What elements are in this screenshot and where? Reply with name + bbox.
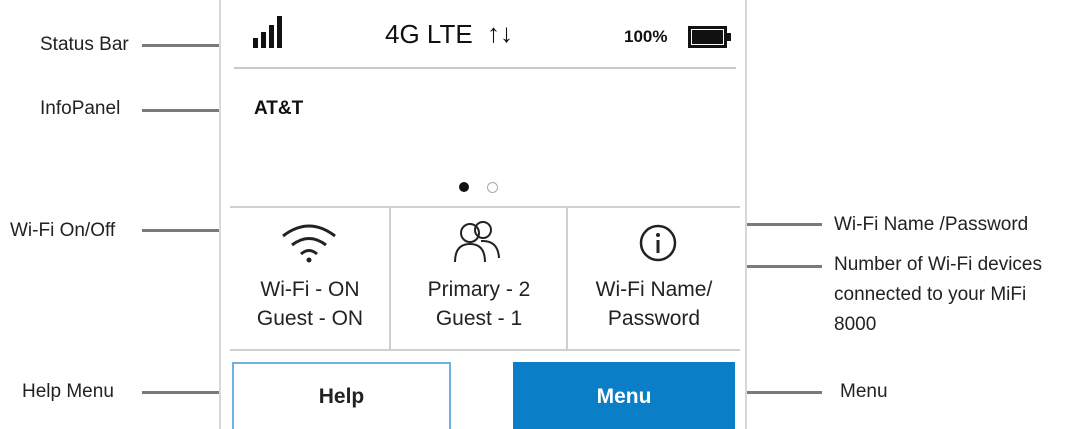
page-dot-inactive[interactable] (487, 182, 498, 193)
callout-wifi-on-off: Wi-Fi On/Off (10, 220, 116, 241)
tile-connected-devices[interactable]: Primary - 2 Guest - 1 (391, 208, 566, 349)
tile-wifi-name-password[interactable]: Wi-Fi Name/ Password (568, 208, 740, 349)
callout-line-help-menu (142, 391, 224, 394)
wifi-icon (279, 222, 339, 269)
callout-info-panel: InfoPanel (40, 98, 121, 119)
tile-name-line1: Wi-Fi Name/ (595, 278, 713, 301)
callout-status-bar: Status Bar (40, 34, 129, 55)
up-down-arrows-icon: ↑↓ (487, 18, 513, 48)
page-indicator[interactable] (459, 182, 498, 193)
info-icon (638, 223, 678, 268)
page-dot-active[interactable] (459, 182, 469, 192)
tile-wifi-on-off[interactable]: Wi-Fi - ON Guest - ON (231, 208, 389, 349)
status-bar-separator (234, 67, 736, 69)
tile-devices-line2: Guest - 1 (435, 307, 523, 330)
callout-menu: Menu (840, 381, 888, 402)
battery-percent: 100% (624, 27, 668, 46)
callout-devices-line2: connected to your MiFi (834, 284, 1027, 305)
device-screen: 4G LTE ↑↓ 100% AT&T Wi-Fi - ON Guest - O… (219, 0, 747, 429)
tile-name-line2: Password (607, 307, 701, 330)
tile-wifi-line2: Guest - ON (256, 307, 364, 330)
users-icon (453, 220, 501, 269)
signal-bars-icon (253, 14, 287, 55)
tile-devices-line1: Primary - 2 (427, 278, 531, 301)
callout-line-menu (746, 391, 822, 394)
callout-line-status-bar (142, 44, 224, 47)
callout-devices-line3: 8000 (834, 314, 877, 335)
callout-wifi-name-password: Wi-Fi Name /Password (834, 214, 1029, 235)
tiles-bottom-border (230, 349, 740, 351)
menu-button[interactable]: Menu (513, 362, 735, 429)
help-button[interactable]: Help (232, 362, 451, 429)
callout-devices-line1: Number of Wi-Fi devices (834, 254, 1042, 275)
tile-wifi-line1: Wi-Fi - ON (260, 278, 360, 301)
callout-help-menu: Help Menu (22, 381, 114, 402)
network-type: 4G LTE (385, 19, 473, 49)
carrier-name: AT&T (254, 98, 304, 119)
callout-line-wifi-on-off (142, 229, 224, 232)
battery-full-icon (688, 25, 734, 54)
callout-line-info-panel (142, 109, 224, 112)
